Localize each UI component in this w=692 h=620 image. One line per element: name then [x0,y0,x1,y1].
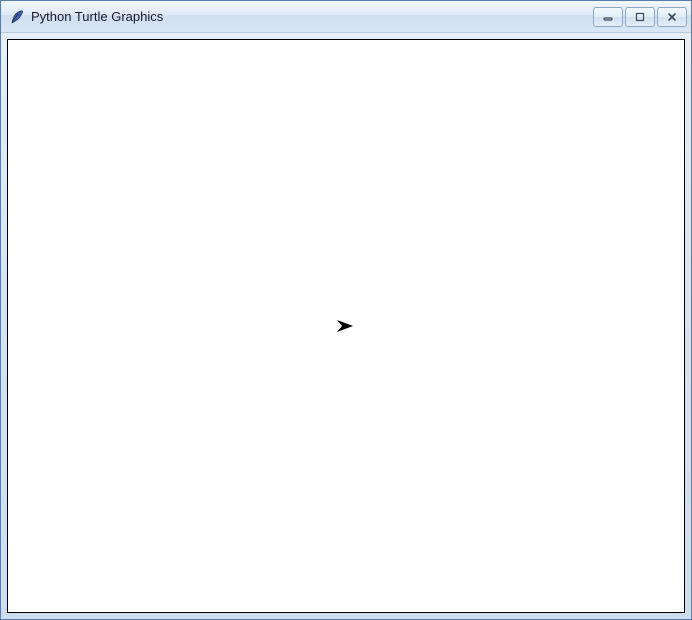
maximize-button[interactable] [625,7,655,27]
minimize-button[interactable] [593,7,623,27]
client-area [1,33,691,619]
window-title: Python Turtle Graphics [31,9,593,24]
close-button[interactable] [657,7,687,27]
titlebar[interactable]: Python Turtle Graphics [1,1,691,33]
application-window: Python Turtle Graphics [0,0,692,620]
feather-icon [9,9,25,25]
window-controls [593,7,687,27]
close-icon [666,12,678,22]
minimize-icon [602,12,614,22]
turtle-cursor [336,318,356,334]
maximize-icon [634,12,646,22]
turtle-canvas[interactable] [7,39,685,613]
